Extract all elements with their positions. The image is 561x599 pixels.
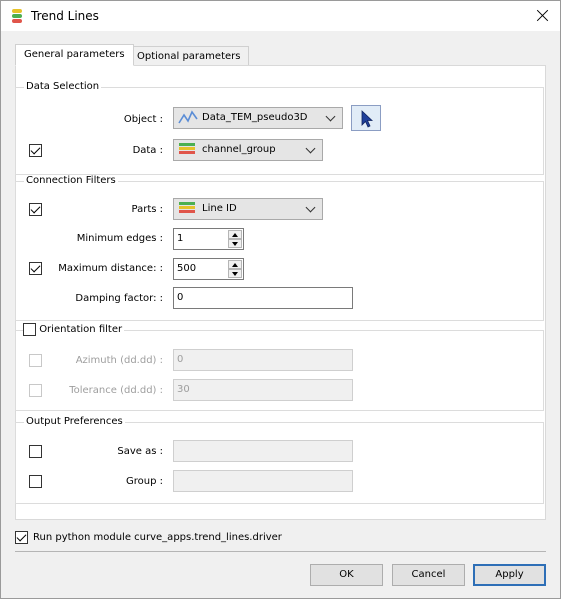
layers-icon bbox=[179, 202, 195, 216]
pick-object-button[interactable] bbox=[351, 105, 381, 131]
max-distance-spinbox[interactable]: 500 bbox=[173, 258, 244, 280]
orientation-filter-title: Orientation filter bbox=[39, 324, 123, 335]
app-icon bbox=[12, 9, 22, 23]
object-combo[interactable]: Data_TEM_pseudo3D bbox=[173, 107, 343, 129]
apply-button[interactable]: Apply bbox=[473, 564, 546, 586]
cursor-arrow-icon bbox=[361, 110, 374, 128]
data-selection-title: Data Selection bbox=[24, 81, 102, 92]
title-bar: Trend Lines bbox=[1, 1, 560, 31]
close-icon[interactable] bbox=[532, 5, 554, 27]
tolerance-label: Tolerance (dd.dd) : bbox=[69, 385, 163, 396]
tolerance-checkbox[interactable] bbox=[29, 384, 42, 397]
footer-divider bbox=[15, 551, 546, 552]
spin-up-icon[interactable] bbox=[228, 230, 242, 239]
azimuth-input[interactable]: 0 bbox=[173, 349, 353, 371]
max-distance-value: 500 bbox=[177, 263, 197, 274]
chevron-down-icon bbox=[305, 143, 316, 154]
layers-icon bbox=[179, 143, 195, 157]
tolerance-input[interactable]: 30 bbox=[173, 379, 353, 401]
group-checkbox[interactable] bbox=[29, 475, 42, 488]
parts-checkbox[interactable] bbox=[29, 203, 42, 216]
save-as-label: Save as : bbox=[117, 446, 163, 457]
output-preferences-title: Output Preferences bbox=[24, 416, 125, 427]
azimuth-checkbox[interactable] bbox=[29, 354, 42, 367]
min-edges-label: Minimum edges : bbox=[76, 233, 163, 244]
data-selection-group bbox=[15, 87, 544, 175]
spin-down-icon[interactable] bbox=[228, 239, 242, 248]
orientation-filter-checkbox[interactable] bbox=[23, 323, 36, 336]
tab-optional-parameters[interactable]: Optional parameters bbox=[128, 46, 250, 66]
object-value: Data_TEM_pseudo3D bbox=[202, 112, 308, 123]
max-distance-checkbox[interactable] bbox=[29, 262, 42, 275]
spin-down-icon[interactable] bbox=[228, 269, 242, 278]
curve-icon bbox=[178, 110, 198, 124]
trend-lines-dialog: Trend Lines General parameters Optional … bbox=[0, 0, 561, 599]
connection-filters-title: Connection Filters bbox=[24, 175, 118, 186]
data-checkbox[interactable] bbox=[29, 144, 42, 157]
run-python-checkbox[interactable] bbox=[15, 531, 28, 544]
min-edges-spinbox[interactable]: 1 bbox=[173, 228, 244, 250]
data-combo[interactable]: channel_group bbox=[173, 139, 323, 161]
window-title: Trend Lines bbox=[31, 9, 99, 23]
save-as-checkbox[interactable] bbox=[29, 445, 42, 458]
parts-label: Parts : bbox=[131, 204, 164, 215]
cancel-button[interactable]: Cancel bbox=[392, 564, 465, 586]
min-edges-value: 1 bbox=[177, 233, 184, 244]
object-label: Object : bbox=[123, 114, 163, 125]
parts-combo[interactable]: Line ID bbox=[173, 198, 323, 220]
save-as-input[interactable] bbox=[173, 440, 353, 462]
data-value: channel_group bbox=[202, 144, 276, 155]
azimuth-label: Azimuth (dd.dd) : bbox=[75, 355, 163, 366]
chevron-down-icon bbox=[325, 111, 336, 122]
data-label: Data : bbox=[132, 145, 163, 156]
tab-general-parameters[interactable]: General parameters bbox=[15, 44, 134, 66]
spin-up-icon[interactable] bbox=[228, 260, 242, 269]
max-distance-label: Maximum distance: : bbox=[58, 263, 163, 274]
group-label: Group : bbox=[126, 476, 163, 487]
chevron-down-icon bbox=[305, 202, 316, 213]
run-python-label: Run python module curve_apps.trend_lines… bbox=[33, 532, 282, 543]
damping-factor-input[interactable]: 0 bbox=[173, 287, 353, 309]
group-input[interactable] bbox=[173, 470, 353, 492]
damping-factor-label: Damping factor: : bbox=[75, 293, 163, 304]
orientation-filter-header: Orientation filter bbox=[23, 323, 125, 336]
ok-button[interactable]: OK bbox=[310, 564, 383, 586]
parts-value: Line ID bbox=[202, 203, 237, 214]
